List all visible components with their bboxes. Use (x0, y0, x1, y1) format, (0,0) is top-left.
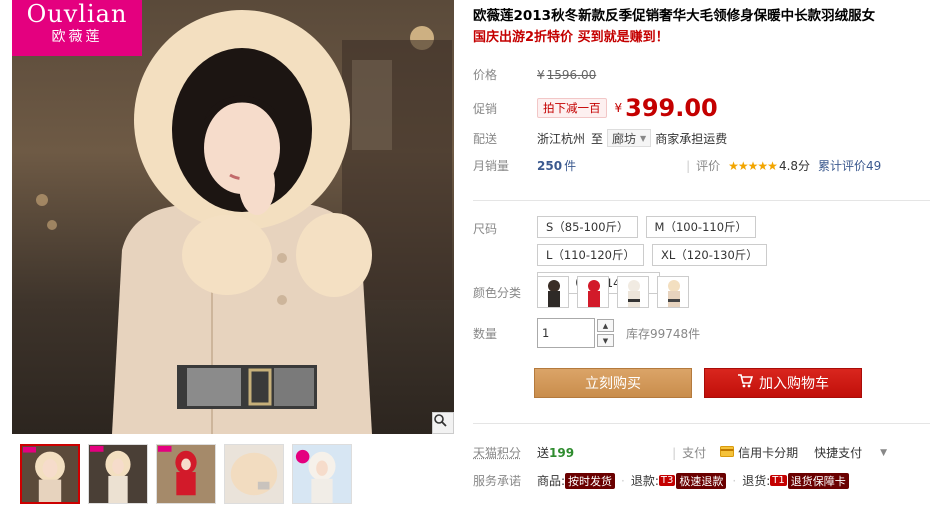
promo-currency: ¥ (614, 101, 623, 115)
shipping-note: 商家承担运费 (655, 131, 728, 146)
product-info-panel: 欧薇莲2013秋冬新款反季促销奢华大毛领修身保暖中长款羽绒服女 国庆出游2折特价… (473, 6, 930, 489)
rating-score: 4.8分 (778, 159, 811, 173)
shipping-to-word: 至 (591, 131, 604, 146)
original-currency: ¥ (537, 67, 545, 82)
size-option-xl[interactable]: XL（120-130斤） (651, 244, 767, 266)
color-option-2[interactable] (577, 276, 609, 308)
thumbnail-5[interactable] (292, 444, 352, 504)
original-price: ¥1596.00 (537, 68, 596, 82)
sales-separator: | (686, 158, 691, 173)
points-value: 199 (549, 445, 575, 460)
fast-refund-badge[interactable]: 极速退款 (676, 472, 727, 489)
sales-unit: 件 (564, 159, 577, 173)
shipping-from: 浙江杭州 (537, 131, 586, 146)
color-options (537, 276, 689, 308)
points-label[interactable]: 天猫积分 (473, 444, 537, 461)
shipping-row: 配送 浙江杭州 至 廊坊 ▼ 商家承担运费 (473, 129, 727, 147)
service-refund-label: 退款: (630, 474, 659, 488)
chevron-down-icon: ▼ (640, 133, 647, 143)
service-sep-2: · (732, 473, 737, 488)
section-divider (473, 200, 930, 201)
on-time-delivery-badge[interactable]: 按时发货 (565, 472, 616, 489)
promo-tag: 拍下减一百 (537, 98, 607, 118)
quantity-input[interactable] (537, 318, 595, 348)
payment-dropdown-icon[interactable]: ▼ (880, 448, 887, 458)
color-row: 颜色分类 (473, 276, 689, 308)
product-title: 欧薇莲2013秋冬新款反季促销奢华大毛领修身保暖中长款羽绒服女 (473, 8, 876, 24)
promo-label: 促销 (473, 101, 498, 116)
refund-code-badge: T3 (658, 475, 676, 486)
zoom-icon[interactable] (432, 412, 454, 434)
shipping-label: 配送 (473, 131, 498, 146)
credit-installment[interactable]: 信用卡分期 (738, 444, 798, 461)
size-option-s[interactable]: S（85-100斤） (537, 216, 638, 238)
quantity-row: 数量 ▲ ▼ 库存99748件 (473, 318, 700, 348)
color-option-4[interactable] (657, 276, 689, 308)
credit-card-icon (720, 445, 735, 460)
decrease-quantity-icon[interactable]: ▼ (597, 334, 614, 347)
color-option-3[interactable] (617, 276, 649, 308)
destination-value: 廊坊 (612, 131, 637, 146)
price-label: 价格 (473, 68, 498, 82)
size-option-l[interactable]: L（110-120斤） (537, 244, 644, 266)
buy-now-label: 立刻购买 (585, 376, 641, 392)
points-text: 送 (537, 446, 550, 460)
thumbnail-2[interactable] (88, 444, 148, 504)
promo-price: 399.00 (625, 94, 718, 122)
service-label: 服务承诺 (473, 474, 522, 488)
promo-slogan: 国庆出游2折特价 买到就是赚到！ (473, 30, 669, 45)
rating-label: 评价 (696, 159, 721, 173)
brand-logo-latin: Ouvlian (26, 0, 128, 28)
thumbnail-3[interactable] (156, 444, 216, 504)
quantity-label: 数量 (473, 326, 498, 341)
service-return-label: 退货: (742, 474, 771, 488)
original-price-value: 1596.00 (546, 67, 597, 82)
cart-icon (737, 374, 754, 392)
total-reviews-link[interactable]: 累计评价49 (818, 157, 881, 174)
payment-separator: | (672, 445, 677, 460)
payment-label: 支付 (682, 446, 707, 460)
stock-text: 库存99748件 (626, 326, 701, 341)
service-goods-label: 商品: (537, 474, 566, 488)
brand-logo-cjk: 欧薇莲 (51, 29, 103, 45)
section-divider-2 (473, 423, 930, 424)
main-product-image[interactable]: Ouvlian 欧薇莲 (12, 0, 454, 434)
thumbnail-4[interactable] (224, 444, 284, 504)
color-option-1[interactable] (537, 276, 569, 308)
brand-logo: Ouvlian 欧薇莲 (12, 0, 142, 56)
buy-now-button[interactable]: 立刻购买 (534, 368, 692, 398)
thumbnail-1[interactable] (20, 444, 80, 504)
quantity-stepper: ▲ ▼ (597, 319, 614, 347)
service-sep-1: · (621, 473, 625, 488)
size-label: 尺码 (473, 222, 498, 236)
add-to-cart-label: 加入购物车 (759, 376, 829, 392)
return-code-badge: T1 (770, 475, 787, 486)
thumbnail-strip (20, 444, 352, 504)
sales-count: 250 (537, 158, 563, 173)
add-to-cart-button[interactable]: 加入购物车 (704, 368, 862, 398)
quick-pay[interactable]: 快捷支付 (814, 444, 862, 461)
model-photo (36, 10, 452, 434)
rating-stars-icon: ★★★★★ (728, 158, 778, 173)
destination-select[interactable]: 廊坊 ▼ (607, 129, 652, 147)
promo-row: 促销 拍下减一百 ¥ 399.00 (473, 94, 718, 122)
points-payment-row: 天猫积分 送 199 | 支付 信用卡分期 快捷支付 ▼ (473, 444, 887, 461)
increase-quantity-icon[interactable]: ▲ (597, 319, 614, 332)
sales-label: 月销量 (473, 159, 510, 173)
sales-row: 月销量 250 件 | 评价 ★★★★★ 4.8分 累计评价49 (473, 157, 881, 174)
size-option-m[interactable]: M（100-110斤） (645, 216, 757, 238)
service-row: 服务承诺 商品: 按时发货 · 退款: T3 极速退款 · 退货: T1 退货保… (473, 472, 849, 489)
price-row: 价格 ¥1596.00 (473, 66, 596, 83)
return-guarantee-badge[interactable]: 退货保障卡 (787, 472, 849, 489)
color-label: 颜色分类 (473, 285, 522, 300)
